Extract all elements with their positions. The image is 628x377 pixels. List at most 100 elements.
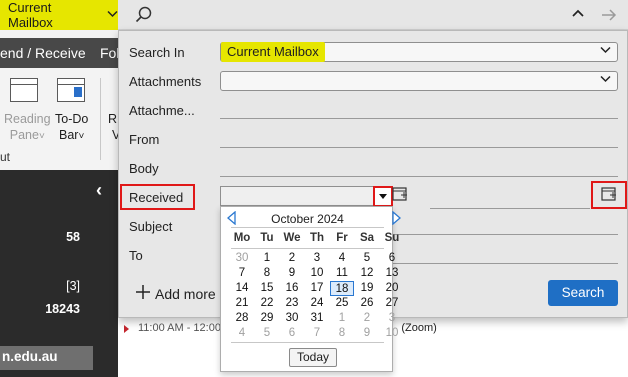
- calendar-day[interactable]: 19: [355, 281, 379, 296]
- calendar-day[interactable]: 10: [380, 326, 404, 341]
- calendar-day[interactable]: 25: [330, 296, 354, 311]
- ribbon-tab-strip: end / Receive Fol: [0, 38, 119, 68]
- ribbon-partial-label: R: [108, 112, 118, 126]
- calendar-day[interactable]: 5: [255, 326, 279, 341]
- todo-bar-label: To-Do Bar˅: [55, 112, 89, 142]
- reading-pane-label: Reading Pane˅: [4, 112, 51, 142]
- calendar-day[interactable]: 24: [305, 296, 329, 311]
- add-more-button[interactable]: Add more: [135, 284, 216, 303]
- today-button[interactable]: Today: [289, 348, 337, 367]
- calendar-day[interactable]: 16: [280, 281, 304, 296]
- field-label-to: To: [129, 248, 143, 263]
- collapse-pane-icon[interactable]: ‹: [96, 180, 102, 201]
- received-dropdown-button[interactable]: [373, 186, 393, 207]
- calendar-day[interactable]: 1: [330, 311, 354, 326]
- calendar-day[interactable]: 12: [355, 266, 379, 281]
- calendar-day-grid: 30 1 2 3 4 5 6 7 8 9 10 11 12 13 14 15 16 17 18 19 20 21 22 23 2…: [230, 251, 404, 341]
- search-button[interactable]: Search: [548, 280, 618, 306]
- calendar-day[interactable]: 22: [255, 296, 279, 311]
- calendar-day[interactable]: 30: [280, 311, 304, 326]
- received-start-date-input[interactable]: [220, 186, 392, 206]
- dropdown-triangle-icon: [379, 194, 387, 199]
- field-label-subject: Subject: [129, 219, 173, 234]
- calendar-day[interactable]: 7: [305, 326, 329, 341]
- attachments-dropdown[interactable]: [220, 71, 618, 91]
- account-folder-item[interactable]: n.edu.au: [0, 346, 93, 370]
- folder-unread-count: 58: [66, 230, 80, 244]
- weekday-label: Mo: [233, 232, 251, 244]
- body-input[interactable]: [220, 157, 618, 177]
- calendar-day[interactable]: 2: [280, 251, 304, 266]
- todo-bar-button[interactable]: [57, 78, 85, 102]
- calendar-end-icon[interactable]: [600, 185, 618, 206]
- calendar-day[interactable]: 9: [280, 266, 304, 281]
- calendar-day[interactable]: 10: [305, 266, 329, 281]
- calendar-day[interactable]: 14: [230, 281, 254, 296]
- ribbon-divider: [100, 78, 101, 160]
- from-input[interactable]: [220, 128, 618, 148]
- calendar-divider: [231, 227, 384, 228]
- calendar-day[interactable]: 8: [330, 326, 354, 341]
- calendar-day[interactable]: 28: [230, 311, 254, 326]
- calendar-divider: [231, 342, 384, 343]
- calendar-day[interactable]: 27: [380, 296, 404, 311]
- arrow-right-icon[interactable]: [598, 4, 620, 26]
- calendar-day[interactable]: 26: [355, 296, 379, 311]
- triangle-right-icon[interactable]: [389, 210, 403, 228]
- add-more-label: Add more: [155, 285, 216, 302]
- plus-icon: [135, 284, 151, 303]
- calendar-day[interactable]: 4: [330, 251, 354, 266]
- calendar-day[interactable]: 6: [280, 326, 304, 341]
- calendar-start-icon[interactable]: [391, 185, 409, 206]
- calendar-week-row: 21 22 23 24 25 26 27: [230, 296, 404, 311]
- attachment-name-input[interactable]: [220, 99, 618, 119]
- calendar-day[interactable]: 15: [255, 281, 279, 296]
- received-end-date-input[interactable]: [430, 189, 590, 209]
- calendar-week-row: 14 15 16 17 18 19 20: [230, 281, 404, 296]
- search-in-dropdown[interactable]: Current Mailbox: [220, 42, 618, 62]
- chevron-down-icon: [600, 45, 611, 57]
- calendar-day[interactable]: 9: [355, 326, 379, 341]
- field-label-search-in: Search In: [129, 45, 185, 60]
- tab-folder[interactable]: Fol: [100, 45, 119, 61]
- tab-send-receive[interactable]: end / Receive: [0, 45, 86, 61]
- calendar-day[interactable]: 2: [355, 311, 379, 326]
- calendar-day[interactable]: 29: [255, 311, 279, 326]
- search-scope-label: Current Mailbox: [8, 0, 53, 30]
- calendar-day[interactable]: 18: [330, 281, 354, 296]
- date-picker-calendar: October 2024 Mo Tu We Th Fr Sa Su 30 1 2 3 4…: [220, 206, 401, 372]
- chevron-down-icon: [600, 74, 611, 86]
- search-scope-dropdown[interactable]: Current Mailbox: [0, 0, 118, 30]
- todo-bar-icon: [57, 78, 85, 102]
- calendar-day[interactable]: 13: [380, 266, 404, 281]
- weekday-label: Tu: [260, 232, 274, 244]
- chevron-up-icon[interactable]: [568, 4, 588, 24]
- calendar-day[interactable]: 6: [380, 251, 404, 266]
- calendar-week-row: 28 29 30 31 1 2 3: [230, 311, 404, 326]
- search-icon[interactable]: [133, 4, 155, 26]
- reading-pane-button[interactable]: [10, 78, 38, 102]
- calendar-day[interactable]: 5: [355, 251, 379, 266]
- calendar-day[interactable]: 21: [230, 296, 254, 311]
- calendar-day[interactable]: 11: [330, 266, 354, 281]
- calendar-week-row: 30 1 2 3 4 5 6: [230, 251, 404, 266]
- folder-unread-count: 18243: [45, 302, 80, 316]
- calendar-divider: [231, 248, 384, 249]
- calendar-day[interactable]: 7: [230, 266, 254, 281]
- calendar-day[interactable]: 3: [380, 311, 404, 326]
- calendar-day[interactable]: 31: [305, 311, 329, 326]
- calendar-day[interactable]: 3: [305, 251, 329, 266]
- field-label-attachment-name: Attachme...: [129, 103, 195, 118]
- calendar-day[interactable]: 30: [230, 251, 254, 266]
- calendar-week-row: 7 8 9 10 11 12 13: [230, 266, 404, 281]
- field-label-from: From: [129, 132, 160, 147]
- calendar-week-row: 4 5 6 7 8 9 10: [230, 326, 404, 341]
- weekday-label: We: [283, 232, 301, 244]
- calendar-day[interactable]: 4: [230, 326, 254, 341]
- calendar-day[interactable]: 1: [255, 251, 279, 266]
- calendar-day[interactable]: 20: [380, 281, 404, 296]
- weekday-label: Fr: [336, 232, 348, 244]
- calendar-day[interactable]: 8: [255, 266, 279, 281]
- calendar-day[interactable]: 17: [305, 281, 329, 296]
- calendar-day[interactable]: 23: [280, 296, 304, 311]
